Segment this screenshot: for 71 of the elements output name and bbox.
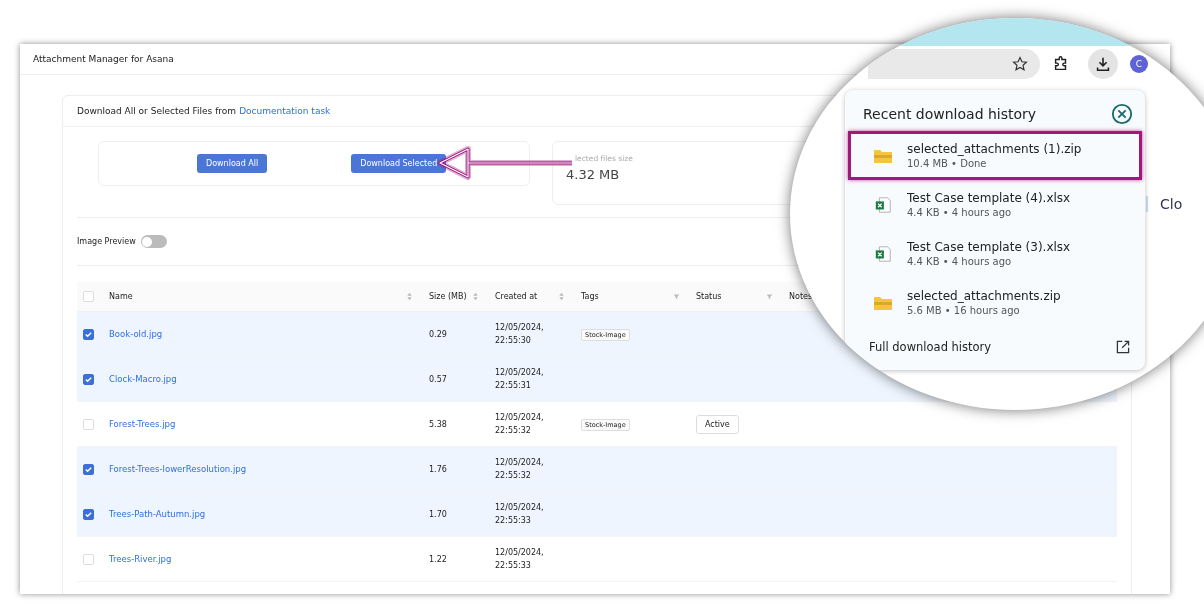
- download-icon: [1094, 55, 1112, 73]
- download-button[interactable]: Download Selected: [351, 154, 447, 173]
- close-icon[interactable]: [1111, 103, 1133, 125]
- star-icon[interactable]: [1012, 56, 1028, 72]
- sort-icon[interactable]: [558, 292, 565, 301]
- download-item[interactable]: selected_attachments.zip 5.6 MB • 16 hours ago: [848, 278, 1142, 327]
- date-cell-text: 12/05/2024,: [495, 503, 545, 512]
- time-cell-text: 22:55:32: [495, 426, 532, 435]
- select-all-checkbox[interactable]: [82, 291, 94, 302]
- column-header: Size (MB): [429, 292, 467, 301]
- status-label: Active: [696, 414, 739, 434]
- size-cell: 0.29: [429, 329, 447, 339]
- date-cell-text: 12/05/2024,: [495, 458, 545, 467]
- external-link-icon[interactable]: [1115, 339, 1131, 355]
- window-title: Attachment Manager for Asana: [33, 54, 174, 64]
- download-details: 4.4 KB • 4 hours ago: [907, 207, 1013, 218]
- file-link[interactable]: Forest-Trees-lowerResolution.jpg: [109, 464, 247, 474]
- time-cell-text: 22:55:33: [495, 516, 532, 525]
- size-cell: 1.70: [429, 509, 447, 519]
- popup-title: Recent download history: [863, 106, 1037, 122]
- time-cell-text: 22:55:31: [495, 381, 532, 390]
- download-file-name: Test Case template (3).xlsx: [907, 240, 1071, 254]
- stat-value: 4.32 MB: [566, 167, 621, 182]
- download-toolbar-button[interactable]: [1088, 49, 1118, 79]
- size-cell: 5.38: [429, 419, 447, 429]
- row-checkbox[interactable]: [82, 508, 94, 520]
- image-preview-switch[interactable]: [140, 235, 167, 248]
- download-file-name: Test Case template (4).xlsx: [907, 191, 1071, 205]
- file-link[interactable]: Trees-River.jpg: [109, 554, 172, 564]
- date-cell-text: 12/05/2024,: [495, 368, 545, 377]
- row-checkbox[interactable]: [82, 373, 94, 385]
- download-file-name: selected_attachments.zip: [907, 289, 1061, 303]
- time-cell-text: 22:55:32: [495, 471, 532, 480]
- column-header: Created at: [495, 292, 538, 301]
- date-cell-text: 12/05/2024,: [495, 413, 545, 422]
- filter-icon[interactable]: [673, 292, 680, 301]
- download-details: 4.4 KB • 4 hours ago: [907, 256, 1013, 267]
- spreadsheet-icon: [873, 244, 893, 263]
- column-header: Name: [109, 292, 133, 301]
- download-details: 5.6 MB • 16 hours ago: [907, 305, 1021, 316]
- sort-icon[interactable]: [406, 292, 413, 301]
- download-item[interactable]: selected_attachments (1).zip 10.4 MB • Done: [848, 131, 1142, 180]
- toggle-label: Image Preview: [77, 237, 136, 246]
- download-item[interactable]: Test Case template (3).xlsx 4.4 KB • 4 hours ago: [848, 229, 1142, 278]
- date-cell-text: 12/05/2024,: [495, 323, 545, 332]
- row-checkbox[interactable]: [82, 463, 94, 475]
- profile-avatar[interactable]: C: [1130, 55, 1148, 73]
- card-heading: Download All or Selected Files from: [77, 106, 237, 116]
- task-link[interactable]: Documentation task: [239, 106, 331, 116]
- column-header: Tags: [581, 292, 599, 301]
- size-cell: 0.57: [429, 374, 447, 384]
- download-details: 10.4 MB • Done: [907, 158, 988, 169]
- file-link[interactable]: Forest-Trees.jpg: [109, 419, 176, 429]
- row-checkbox[interactable]: [82, 328, 94, 340]
- download-button[interactable]: Download All: [197, 154, 268, 173]
- time-cell-text: 22:55:30: [495, 336, 532, 345]
- download-item[interactable]: Test Case template (4).xlsx 4.4 KB • 4 hours ago: [848, 180, 1142, 229]
- download-file-name: selected_attachments (1).zip: [907, 142, 1082, 156]
- file-link[interactable]: Trees-Path-Autumn.jpg: [109, 509, 206, 519]
- filter-icon[interactable]: [766, 292, 773, 301]
- column-header: Notes: [789, 292, 813, 301]
- full-history-link[interactable]: Full download history: [869, 340, 992, 354]
- size-cell: 1.22: [429, 554, 447, 564]
- column-header: Status: [696, 292, 722, 301]
- file-link[interactable]: Book-old.jpg: [109, 329, 163, 339]
- sort-icon[interactable]: [472, 292, 479, 301]
- time-cell-text: 22:55:33: [495, 561, 532, 570]
- file-link[interactable]: Clock-Macro.jpg: [109, 374, 177, 384]
- spreadsheet-icon: [873, 195, 893, 214]
- size-cell: 1.76: [429, 464, 447, 474]
- date-cell-text: 12/05/2024,: [495, 548, 545, 557]
